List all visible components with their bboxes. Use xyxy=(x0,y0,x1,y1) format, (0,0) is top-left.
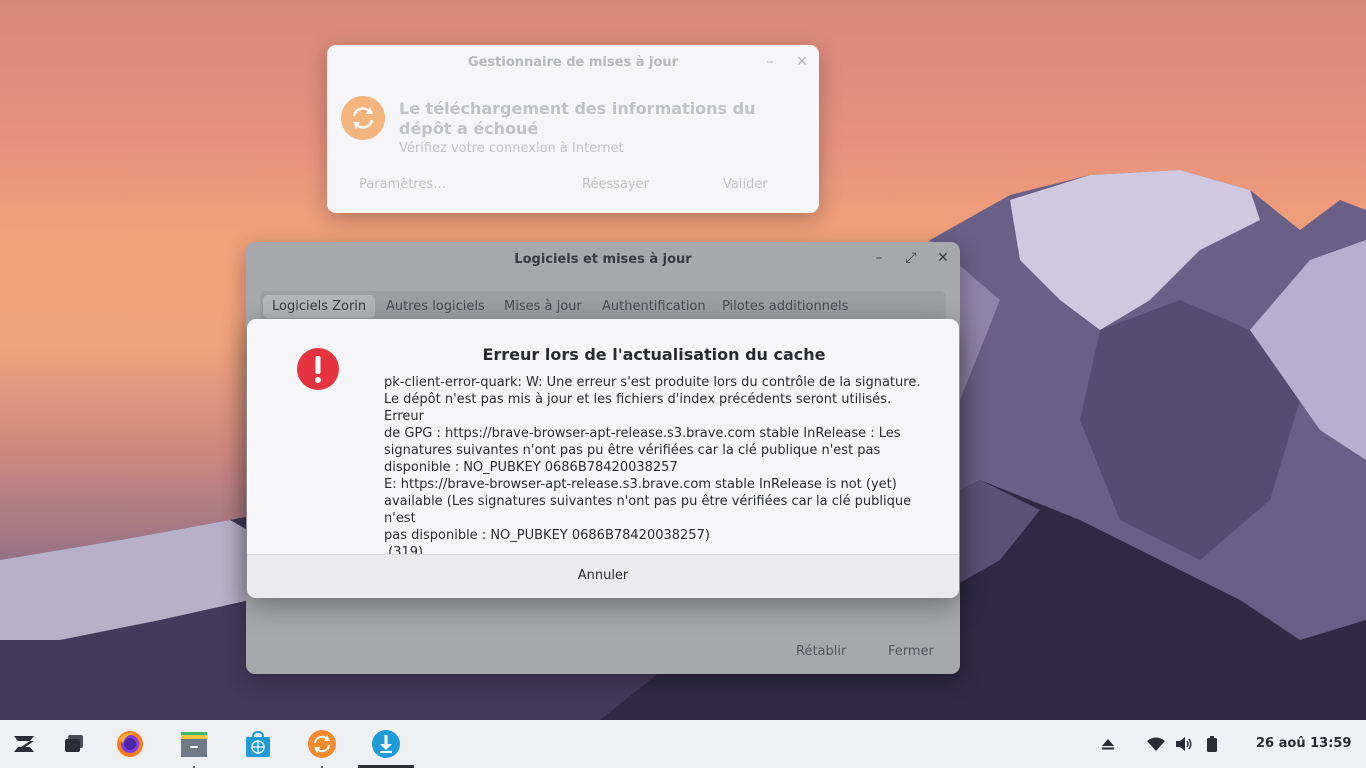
window-title: Gestionnaire de mises à jour xyxy=(467,55,679,70)
tab-zorin-software[interactable]: Logiciels Zorin xyxy=(263,295,376,318)
tab-updates[interactable]: Mises à jour xyxy=(504,299,582,314)
tab-additional-drivers[interactable]: Pilotes additionnels xyxy=(722,299,848,314)
taskbar: 26 aoû 13:59 xyxy=(0,720,1366,768)
refresh-icon xyxy=(341,96,385,140)
update-manager-icon[interactable] xyxy=(306,728,338,768)
update-manager-window[interactable]: Gestionnaire de mises à jour – ✕ Le télé… xyxy=(327,45,819,213)
cancel-button[interactable]: Annuler xyxy=(247,568,959,583)
minimize-button[interactable]: – xyxy=(870,250,888,266)
volume-icon[interactable] xyxy=(1175,735,1193,753)
tab-bar: Logiciels Zorin Autres logiciels Mises à… xyxy=(260,291,946,321)
ok-button[interactable]: Valider xyxy=(723,177,768,192)
update-error-heading: Le téléchargement des informations du dé… xyxy=(399,99,756,138)
software-store-icon[interactable] xyxy=(242,728,274,760)
close-window-button[interactable]: Fermer xyxy=(888,644,934,659)
workspaces-icon[interactable] xyxy=(58,728,90,760)
error-icon xyxy=(297,348,339,390)
close-button[interactable]: ✕ xyxy=(934,250,952,266)
wifi-icon[interactable] xyxy=(1147,735,1165,753)
update-error-subtext: Vérifiez votre connexion à Internet xyxy=(399,141,624,156)
dialog-footer: Annuler xyxy=(247,554,959,598)
minimize-button[interactable]: – xyxy=(761,53,779,71)
tab-other-software[interactable]: Autres logiciels xyxy=(386,299,485,314)
revert-button[interactable]: Rétablir xyxy=(796,644,846,659)
zorin-menu-icon[interactable] xyxy=(8,728,40,760)
firefox-icon[interactable] xyxy=(114,728,146,760)
downloader-icon[interactable] xyxy=(370,728,402,760)
tab-authentication[interactable]: Authentification xyxy=(602,299,706,314)
eject-icon[interactable] xyxy=(1099,735,1117,753)
window-title: Logiciels et mises à jour xyxy=(514,252,692,267)
error-title: Erreur lors de l'actualisation du cache xyxy=(482,345,826,364)
close-button[interactable]: ✕ xyxy=(793,53,811,71)
files-icon[interactable] xyxy=(178,728,210,768)
clock[interactable]: 26 aoû 13:59 xyxy=(1256,736,1351,751)
settings-button[interactable]: Paramètres… xyxy=(359,177,446,192)
error-message: pk-client-error-quark: W: Une erreur s'e… xyxy=(384,375,921,560)
battery-icon[interactable] xyxy=(1203,735,1221,753)
retry-button[interactable]: Réessayer xyxy=(582,177,649,192)
error-dialog[interactable]: Erreur lors de l'actualisation du cache … xyxy=(247,319,959,598)
maximize-button[interactable]: ⤢ xyxy=(902,250,920,266)
